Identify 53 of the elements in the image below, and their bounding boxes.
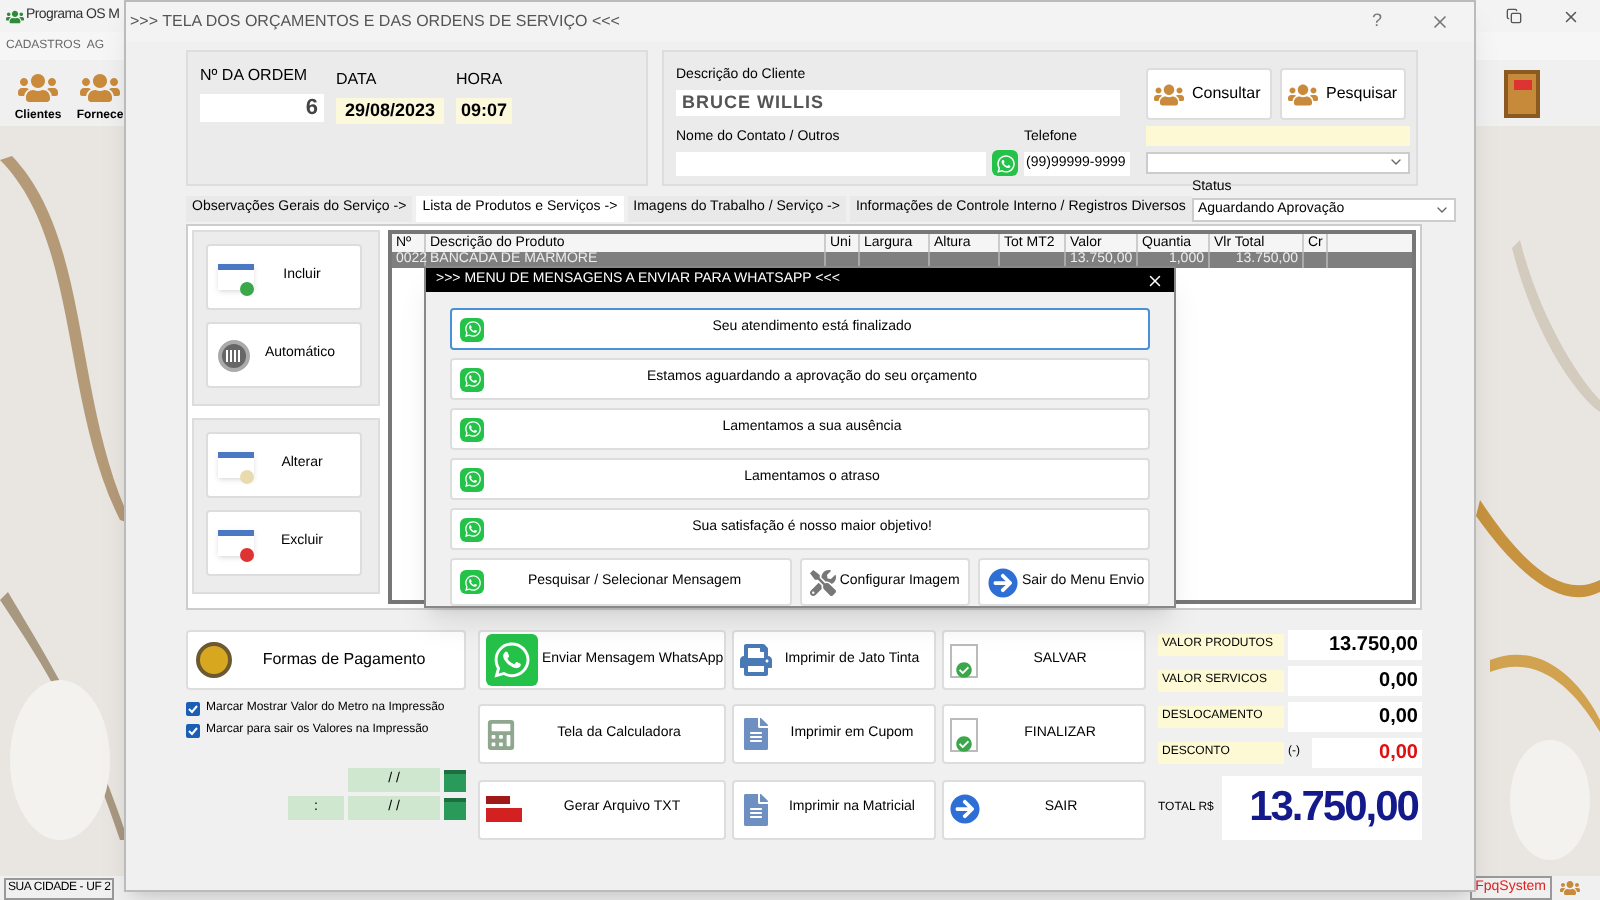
barcode-icon [218, 339, 250, 371]
status-icon [1560, 878, 1580, 898]
document-check-icon [950, 643, 978, 677]
field-label: DATA [336, 68, 379, 92]
payment-button[interactable]: Formas de Pagamento [186, 630, 466, 690]
people-icon [80, 68, 120, 108]
total-amount-field: 13.750,00 [1222, 776, 1422, 840]
help-button[interactable]: ? [1371, 8, 1382, 36]
whatsapp-icon [486, 634, 538, 686]
window-icon [218, 264, 254, 290]
amount-field: 13.750,00 [1288, 630, 1422, 660]
amount-field: 0,00 [1288, 666, 1422, 696]
field-label: Nº DA ORDEM [200, 64, 310, 88]
window-icon [218, 452, 254, 478]
field-label: HORA [456, 68, 505, 92]
window-icon [218, 530, 254, 556]
order-number-field[interactable]: 6 [200, 94, 324, 122]
chevron-down-icon [1433, 202, 1450, 218]
coin-icon [196, 642, 232, 678]
whatsapp-icon [460, 367, 484, 391]
calendar-icon[interactable] [444, 797, 466, 819]
checkbox[interactable] [186, 702, 200, 716]
calculator-icon [486, 719, 516, 750]
whatsapp-icon [460, 317, 484, 341]
time-field[interactable]: 09:07 [456, 98, 512, 124]
document-icon [740, 718, 772, 751]
client-field[interactable]: BRUCE WILLIS [676, 89, 1120, 115]
whatsapp-icon [460, 467, 484, 491]
text-file-icon [486, 795, 522, 824]
search-client-button[interactable]: Consultar [1146, 68, 1272, 120]
whatsapp-icon [992, 150, 1018, 176]
people-icon [18, 68, 58, 108]
tools-icon [809, 569, 836, 595]
calendar-icon[interactable] [444, 769, 466, 791]
app-icon [6, 7, 24, 25]
document-check-icon [950, 717, 978, 752]
people-icon [1288, 79, 1318, 109]
document-icon [740, 793, 772, 826]
printer-icon [740, 644, 772, 676]
close-icon[interactable] [1562, 7, 1580, 25]
arrow-right-icon [950, 794, 980, 825]
amount-field: 0,00 [1288, 702, 1422, 732]
whatsapp-icon [460, 517, 484, 541]
amount-field: 0,00 [1312, 738, 1422, 768]
checkbox[interactable] [186, 724, 200, 738]
search-client-button[interactable]: Pesquisar [1280, 68, 1406, 120]
arrow-right-icon [988, 567, 1018, 597]
dialog-title: >>> TELA DOS ORÇAMENTOS E DAS ORDENS DE SERVIÇO <<< [130, 10, 620, 34]
date-field[interactable]: 29/08/2023 [336, 98, 444, 124]
people-icon [1154, 79, 1184, 109]
whatsapp-icon [460, 570, 484, 594]
whatsapp-icon [460, 417, 484, 441]
restore-icon[interactable] [1506, 8, 1522, 24]
